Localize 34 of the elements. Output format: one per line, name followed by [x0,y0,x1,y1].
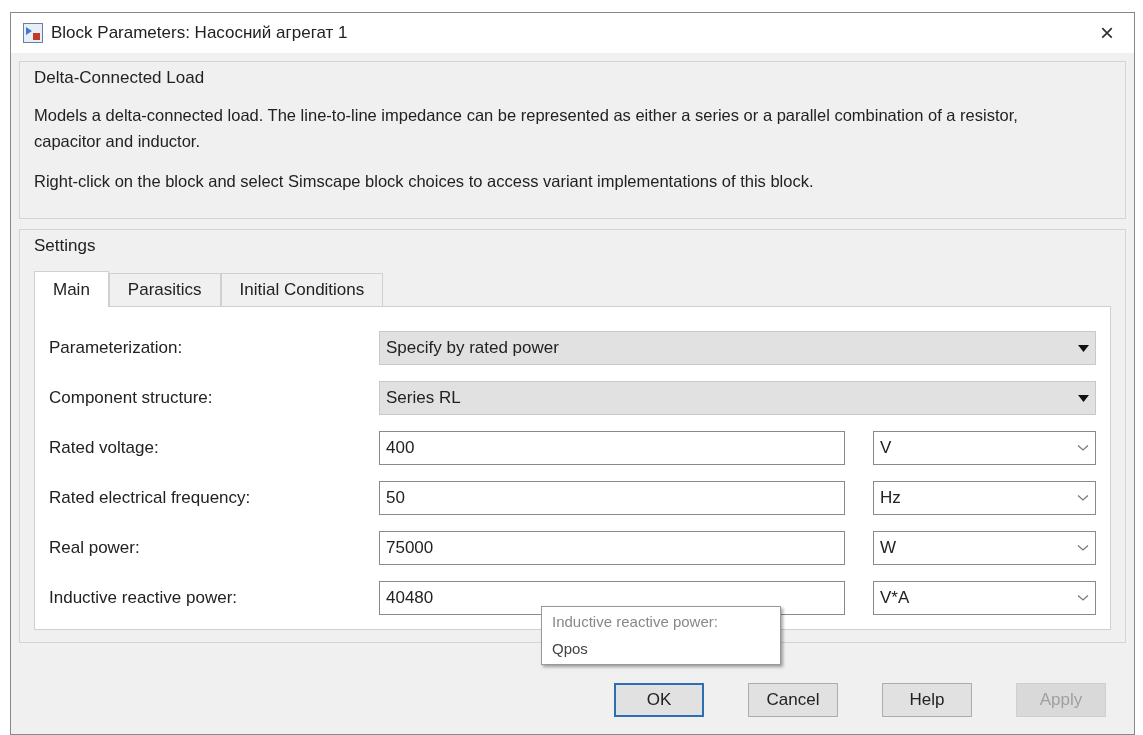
dropdown-arrow-icon [1078,394,1089,402]
window-title: Block Parameters: Насосний агрегат 1 [51,22,349,45]
tooltip-title: Inductive reactive power: [552,612,719,632]
unit-dropdown[interactable]: V [873,431,1096,465]
close-button[interactable]: × [1092,21,1122,45]
tooltip-text: Qpos [552,638,589,659]
tab[interactable]: Initial Conditions [220,273,384,306]
tab[interactable]: Main [34,271,109,307]
value-field[interactable]: 75000 [379,531,845,565]
parameter-label: Rated voltage: [49,437,160,460]
chevron-down-icon [1077,594,1089,602]
dropdown-arrow-icon [1078,344,1089,352]
value-field[interactable]: 400 [379,431,845,465]
description-text: Models a delta-connected load. The line-to-line impedance can be represented as either a series or a parallel combination of a resistor, capacitor and inductor. [34,105,1019,152]
description-text: Right-click on the block and select Simscape block choices to access variant implementations of this block. [34,171,815,192]
dropdown[interactable]: Specify by rated power [379,331,1096,365]
value-field[interactable]: 50 [379,481,845,515]
chevron-down-icon [1077,444,1089,452]
unit-dropdown[interactable]: V*A [873,581,1096,615]
unit-dropdown[interactable]: W [873,531,1096,565]
parameter-label: Real power: [49,537,141,560]
chevron-down-icon [1077,494,1089,502]
dialog-button[interactable]: Help [882,683,972,717]
tab[interactable]: Parasitics [108,273,221,306]
parameter-label: Component structure: [49,387,214,410]
parameter-label: Rated electrical frequency: [49,487,252,510]
unit-dropdown[interactable]: Hz [873,481,1096,515]
dialog-button[interactable]: OK [614,683,704,717]
parameter-label: Parameterization: [49,337,184,360]
app-icon [23,23,43,43]
dialog-button[interactable]: Cancel [748,683,838,717]
parameter-label: Inductive reactive power: [49,587,239,610]
chevron-down-icon [1077,544,1089,552]
dropdown[interactable]: Series RL [379,381,1096,415]
